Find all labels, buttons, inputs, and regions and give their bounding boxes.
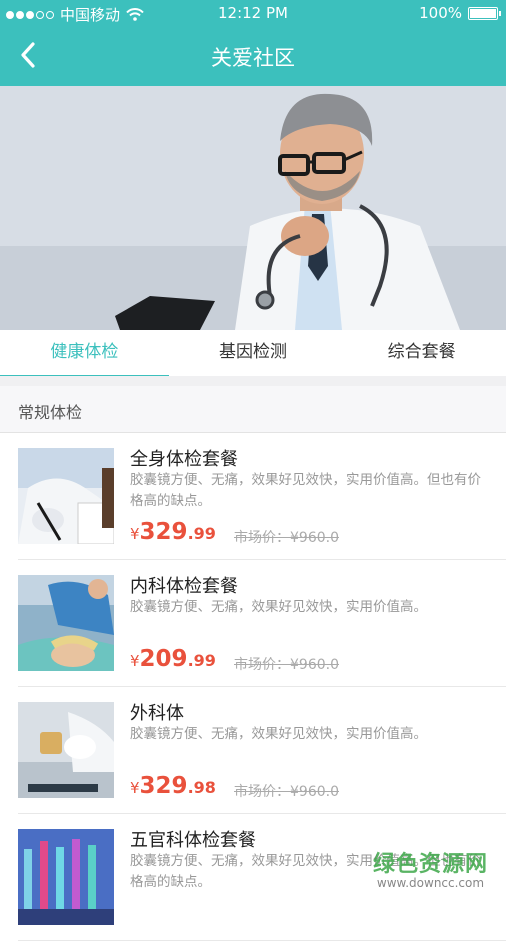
- list-item[interactable]: 外科体 胶囊镜方便、无痛，效果好见效快，实用价值高。 ¥329.98 市场价：¥…: [18, 687, 506, 814]
- list-item[interactable]: 内科体检套餐 胶囊镜方便、无痛，效果好见效快，实用价值高。 ¥209.99 市场…: [18, 560, 506, 687]
- package-title: 五官科体检套餐: [130, 830, 256, 851]
- section-divider: [0, 376, 506, 386]
- section-title: 常规体检: [18, 403, 83, 422]
- price-decimal: .99: [187, 524, 216, 543]
- package-title: 内科体检套餐: [130, 576, 238, 597]
- package-price: ¥329.99: [130, 519, 216, 545]
- currency-symbol: ¥: [130, 652, 140, 670]
- tab-health-checkup[interactable]: 健康体检: [0, 330, 169, 377]
- package-description: 胶囊镜方便、无痛，效果好见效快，实用价值高。: [130, 726, 427, 742]
- section-header: 常规体检: [0, 386, 506, 433]
- package-title: 外科体: [130, 703, 184, 724]
- doctor-illustration: [0, 86, 506, 330]
- package-thumbnail: [18, 448, 114, 544]
- package-price: ¥329.98: [130, 773, 216, 799]
- watermark: 绿色资源网 www.downcc.com: [373, 846, 488, 890]
- list-item[interactable]: 全身体检套餐 胶囊镜方便、无痛，效果好见效快，实用价值高。但也有价格高的缺点。 …: [18, 433, 506, 560]
- price-decimal: .99: [187, 651, 216, 670]
- tab-combo-package[interactable]: 综合套餐: [337, 330, 506, 376]
- category-tabs: 健康体检 基因检测 综合套餐: [0, 330, 506, 377]
- market-price: 市场价：¥960.0: [234, 530, 339, 546]
- market-price: 市场价：¥960.0: [234, 784, 339, 800]
- battery-group: 100%: [419, 4, 501, 22]
- package-description: 胶囊镜方便、无痛，效果好见效快，实用价值高。但也有价格高的缺点。: [130, 472, 481, 509]
- status-bar: 中国移动 12:12 PM 100%: [0, 0, 506, 26]
- package-thumbnail: [18, 702, 114, 798]
- battery-percent: 100%: [419, 4, 462, 22]
- watermark-url: www.downcc.com: [376, 876, 485, 890]
- package-description: 胶囊镜方便、无痛，效果好见效快，实用价值高。: [130, 599, 427, 615]
- watermark-title: 绿色资源网: [372, 852, 488, 877]
- package-thumbnail: [18, 575, 114, 671]
- market-price: 市场价：¥960.0: [234, 657, 339, 673]
- price-integer: 329: [139, 519, 188, 545]
- package-thumbnail: [18, 829, 114, 925]
- hero-banner[interactable]: [0, 86, 506, 330]
- tab-gene-test[interactable]: 基因检测: [169, 330, 338, 376]
- page-title: 关爱社区: [211, 46, 295, 70]
- package-price: ¥209.99: [130, 646, 216, 672]
- price-integer: 329: [139, 773, 188, 799]
- battery-icon: [468, 6, 501, 20]
- package-title: 全身体检套餐: [130, 449, 238, 470]
- currency-symbol: ¥: [130, 525, 140, 543]
- price-integer: 209: [139, 646, 188, 672]
- price-decimal: .98: [187, 778, 216, 797]
- currency-symbol: ¥: [130, 779, 140, 797]
- nav-bar: 关爱社区: [0, 26, 506, 86]
